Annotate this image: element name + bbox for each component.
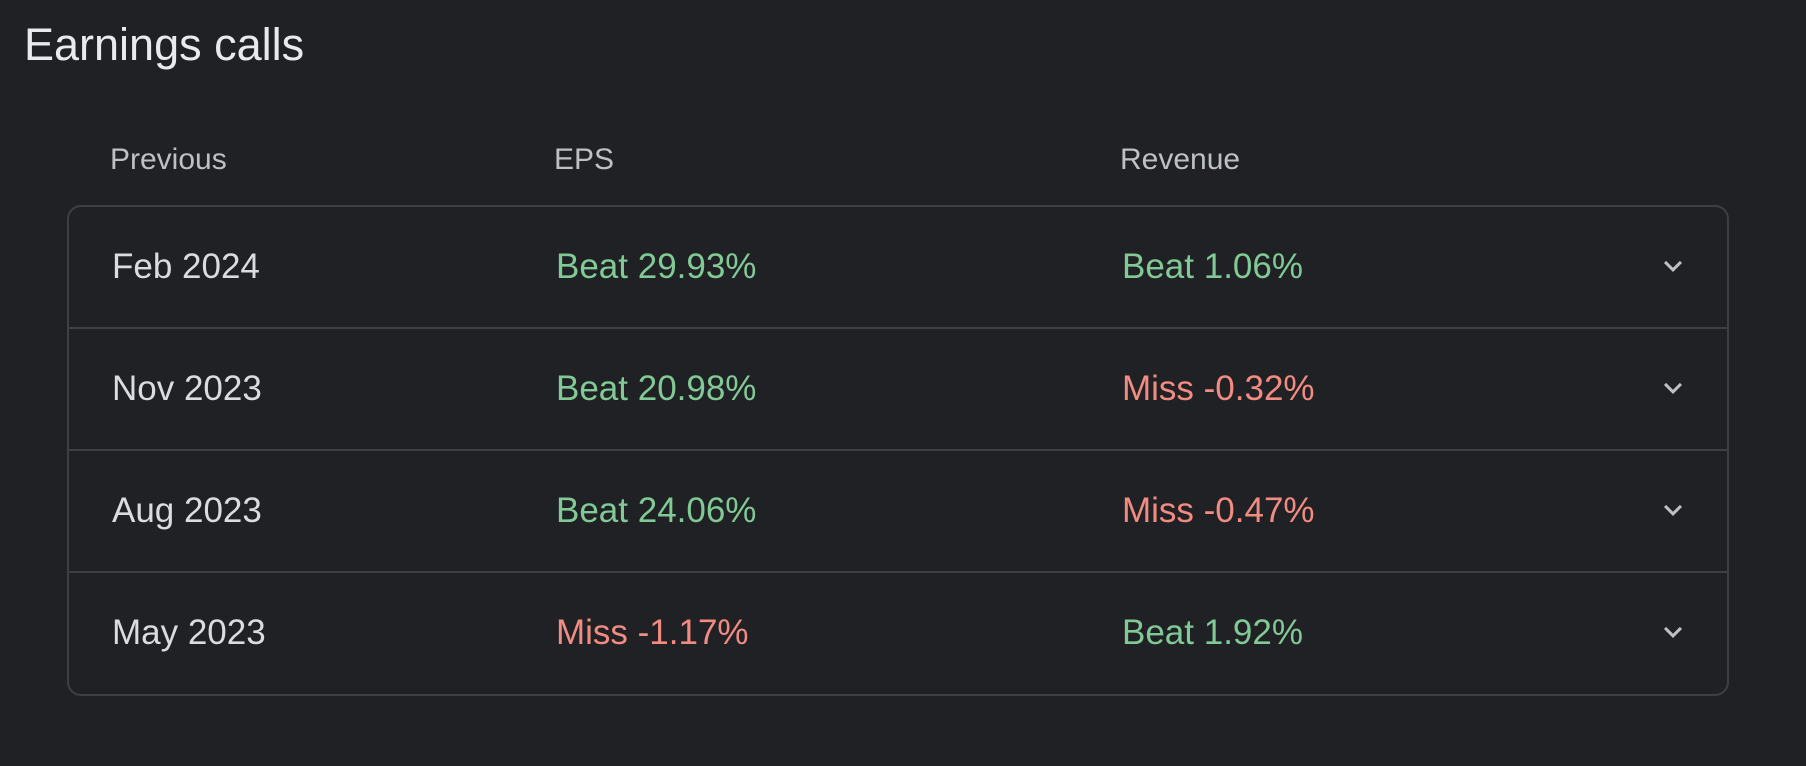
chevron-down-icon[interactable] [1653, 246, 1693, 286]
column-header-previous: Previous [110, 143, 227, 176]
earnings-row-may-2023[interactable]: May 2023 Miss -1.17% Beat 1.92% [69, 573, 1727, 694]
row-date: Nov 2023 [112, 369, 262, 408]
row-eps-result: Beat 29.93% [556, 247, 757, 286]
row-eps-result: Beat 24.06% [556, 491, 757, 530]
row-revenue-result: Miss -0.47% [1122, 491, 1315, 530]
chevron-down-icon[interactable] [1653, 490, 1693, 530]
row-date: May 2023 [112, 613, 266, 652]
earnings-row-nov-2023[interactable]: Nov 2023 Beat 20.98% Miss -0.32% [69, 329, 1727, 451]
table-header: Previous EPS Revenue [68, 138, 1728, 182]
earnings-row-feb-2024[interactable]: Feb 2024 Beat 29.93% Beat 1.06% [69, 207, 1727, 329]
chevron-down-icon[interactable] [1653, 612, 1693, 652]
row-revenue-result: Miss -0.32% [1122, 369, 1315, 408]
row-date: Feb 2024 [112, 247, 260, 286]
row-eps-result: Beat 20.98% [556, 369, 757, 408]
chevron-down-icon[interactable] [1653, 368, 1693, 408]
column-header-revenue: Revenue [1120, 143, 1241, 176]
row-revenue-result: Beat 1.06% [1122, 247, 1303, 286]
column-header-eps: EPS [554, 143, 615, 176]
earnings-calls-page: Earnings calls Previous EPS Revenue Feb … [0, 0, 1806, 766]
earnings-table: Feb 2024 Beat 29.93% Beat 1.06% Nov 2023… [67, 205, 1729, 696]
earnings-row-aug-2023[interactable]: Aug 2023 Beat 24.06% Miss -0.47% [69, 451, 1727, 573]
row-date: Aug 2023 [112, 491, 262, 530]
section-title: Earnings calls [24, 19, 305, 70]
row-revenue-result: Beat 1.92% [1122, 613, 1303, 652]
row-eps-result: Miss -1.17% [556, 613, 749, 652]
